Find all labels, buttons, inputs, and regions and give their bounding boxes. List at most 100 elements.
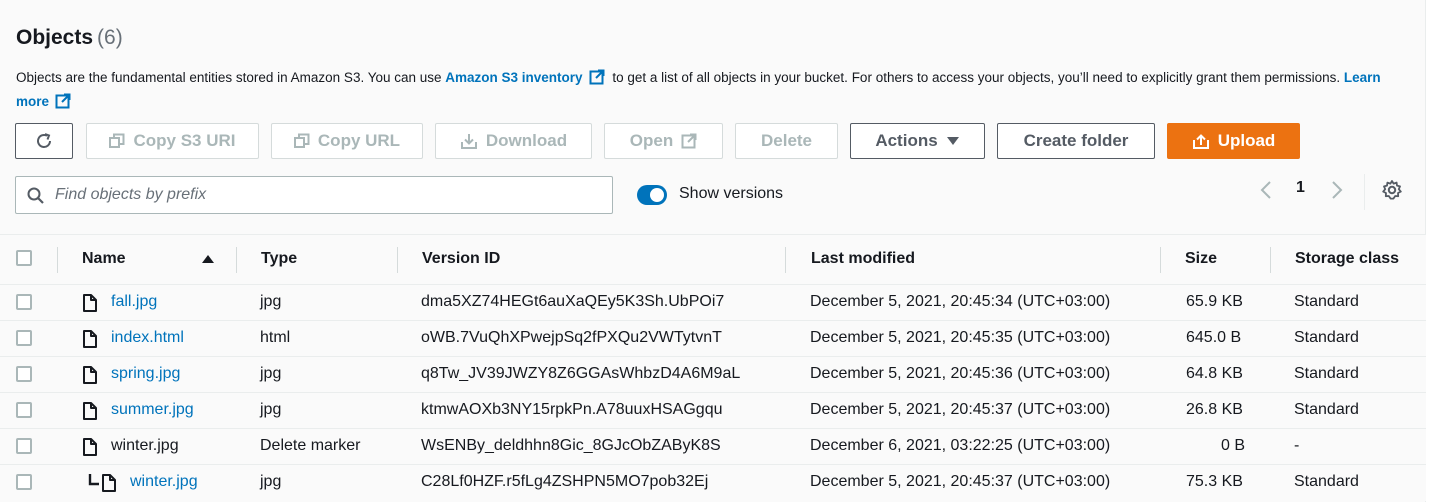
row-checkbox[interactable] xyxy=(16,474,32,490)
title-text: Objects xyxy=(16,26,94,49)
table-row[interactable]: spring.jpg jpg q8Tw_JV39JWZY8Z6GGAsWhbzD… xyxy=(0,357,1426,393)
delete-button[interactable]: Delete xyxy=(735,123,838,159)
row-checkbox[interactable] xyxy=(16,402,32,418)
object-type: jpg xyxy=(260,473,282,490)
column-divider xyxy=(785,247,786,273)
column-header-name[interactable]: Name xyxy=(82,250,126,268)
show-versions-label: Show versions xyxy=(679,185,784,202)
column-divider xyxy=(236,247,237,273)
chevron-left-icon[interactable] xyxy=(1259,180,1273,200)
refresh-icon xyxy=(37,133,51,148)
download-button[interactable]: Download xyxy=(435,123,592,159)
page-title: Objects (6) xyxy=(16,26,123,50)
refresh-button[interactable] xyxy=(15,123,73,159)
row-checkbox[interactable] xyxy=(16,330,32,346)
object-name-link[interactable]: spring.jpg xyxy=(111,365,180,383)
version-branch-icon xyxy=(88,474,99,486)
open-label: Open xyxy=(629,131,674,150)
row-checkbox[interactable] xyxy=(16,366,32,382)
last-modified: December 5, 2021, 20:45:34 (UTC+03:00) xyxy=(810,293,1111,310)
actions-dropdown[interactable]: Actions xyxy=(850,123,985,159)
object-name-link[interactable]: summer.jpg xyxy=(111,401,194,419)
external-link-icon[interactable] xyxy=(55,93,71,109)
table-row[interactable]: winter.jpg jpg C28Lf0HZF.r5fLg4ZSHPN5MO7… xyxy=(0,465,1426,501)
object-type: jpg xyxy=(260,401,282,418)
storage-class: Standard xyxy=(1294,401,1359,418)
column-header-type[interactable]: Type xyxy=(261,250,297,268)
select-all-checkbox[interactable] xyxy=(16,250,32,266)
page-edge xyxy=(1426,0,1434,502)
download-label: Download xyxy=(485,131,568,150)
show-versions-toggle[interactable] xyxy=(637,185,667,205)
file-icon xyxy=(83,294,97,312)
table-row[interactable]: index.html html oWB.7VuQhXPwejpSq2fPXQu2… xyxy=(0,321,1426,357)
storage-class: Standard xyxy=(1294,473,1359,490)
last-modified: December 5, 2021, 20:45:36 (UTC+03:00) xyxy=(810,365,1111,382)
object-name-link[interactable]: index.html xyxy=(111,329,184,347)
search-input[interactable]: Find objects by prefix xyxy=(15,176,613,214)
create-folder-button[interactable]: Create folder xyxy=(997,123,1155,159)
column-header-version-id[interactable]: Version ID xyxy=(422,250,500,268)
amazon-s3-inventory-link[interactable]: Amazon S3 inventory xyxy=(445,70,582,85)
column-header-size[interactable]: Size xyxy=(1185,250,1217,268)
copy-icon xyxy=(293,133,310,148)
upload-icon xyxy=(1192,134,1209,149)
upload-button[interactable]: Upload xyxy=(1167,123,1300,159)
copy-s3-uri-label: Copy S3 URI xyxy=(133,131,236,150)
column-divider xyxy=(57,247,58,273)
gear-icon[interactable] xyxy=(1381,179,1403,201)
object-name: winter.jpg xyxy=(111,437,179,454)
version-id: oWB.7VuQhXPwejpSq2fPXQu2VWTytvnT xyxy=(421,329,722,346)
search-placeholder: Find objects by prefix xyxy=(55,186,207,203)
column-header-storage-class[interactable]: Storage class xyxy=(1295,250,1399,268)
object-size: 0 B xyxy=(1221,437,1246,454)
upload-label: Upload xyxy=(1217,131,1276,150)
version-id: dma5XZ74HEGt6auXaQEy5K3Sh.UbPOi7 xyxy=(421,293,725,310)
object-size: 64.8 KB xyxy=(1186,365,1243,382)
file-icon xyxy=(83,330,97,348)
last-modified: December 6, 2021, 03:22:25 (UTC+03:00) xyxy=(810,437,1111,454)
column-divider xyxy=(397,247,398,273)
version-id: C28Lf0HZF.r5fLg4ZSHPN5MO7pob32Ej xyxy=(421,473,709,490)
file-icon xyxy=(83,402,97,420)
copy-icon xyxy=(109,133,125,148)
table-row[interactable]: winter.jpg Delete marker WsENBy_deldhhn8… xyxy=(0,429,1426,465)
row-checkbox[interactable] xyxy=(16,438,32,454)
open-button[interactable]: Open xyxy=(604,123,723,159)
external-link-icon xyxy=(681,133,697,149)
page-number[interactable]: 1 xyxy=(1296,179,1305,197)
chevron-right-icon[interactable] xyxy=(1330,180,1344,200)
download-icon xyxy=(460,134,477,149)
description: Objects are the fundamental entities sto… xyxy=(16,66,1406,114)
object-size: 75.3 KB xyxy=(1186,473,1243,490)
last-modified: December 5, 2021, 20:45:35 (UTC+03:00) xyxy=(810,329,1111,346)
object-size: 26.8 KB xyxy=(1186,401,1243,418)
column-header-last-modified[interactable]: Last modified xyxy=(811,250,915,268)
table-row[interactable]: summer.jpg jpg ktmwAOXb3NY15rpkPn.A78uux… xyxy=(0,393,1426,429)
external-link-icon[interactable] xyxy=(589,69,605,85)
last-modified: December 5, 2021, 20:45:37 (UTC+03:00) xyxy=(810,401,1111,418)
sort-ascending-icon[interactable] xyxy=(201,254,215,264)
table-header: Name Type Version ID Last modified Size … xyxy=(0,234,1426,285)
copy-url-button[interactable]: Copy URL xyxy=(271,123,423,159)
search-icon xyxy=(27,187,44,204)
caret-down-icon xyxy=(946,137,959,145)
object-type: jpg xyxy=(260,365,282,382)
column-divider xyxy=(1270,247,1271,273)
storage-class: Standard xyxy=(1294,293,1359,310)
actions-label: Actions xyxy=(875,131,938,150)
toggle-knob xyxy=(650,188,664,202)
object-size: 65.9 KB xyxy=(1186,293,1243,310)
object-type: Delete marker xyxy=(260,437,361,454)
object-type: jpg xyxy=(260,293,282,310)
object-size: 645.0 B xyxy=(1186,329,1242,346)
object-type: html xyxy=(260,329,291,346)
description-text-1: Objects are the fundamental entities sto… xyxy=(16,70,446,85)
storage-class: Standard xyxy=(1294,329,1359,346)
object-name-link[interactable]: winter.jpg xyxy=(130,473,198,491)
objects-panel: Objects (6) Objects are the fundamental e… xyxy=(0,0,1426,502)
row-checkbox[interactable] xyxy=(16,294,32,310)
object-name-link[interactable]: fall.jpg xyxy=(111,293,157,311)
table-row[interactable]: fall.jpg jpg dma5XZ74HEGt6auXaQEy5K3Sh.U… xyxy=(0,285,1426,321)
copy-s3-uri-button[interactable]: Copy S3 URI xyxy=(86,123,259,159)
